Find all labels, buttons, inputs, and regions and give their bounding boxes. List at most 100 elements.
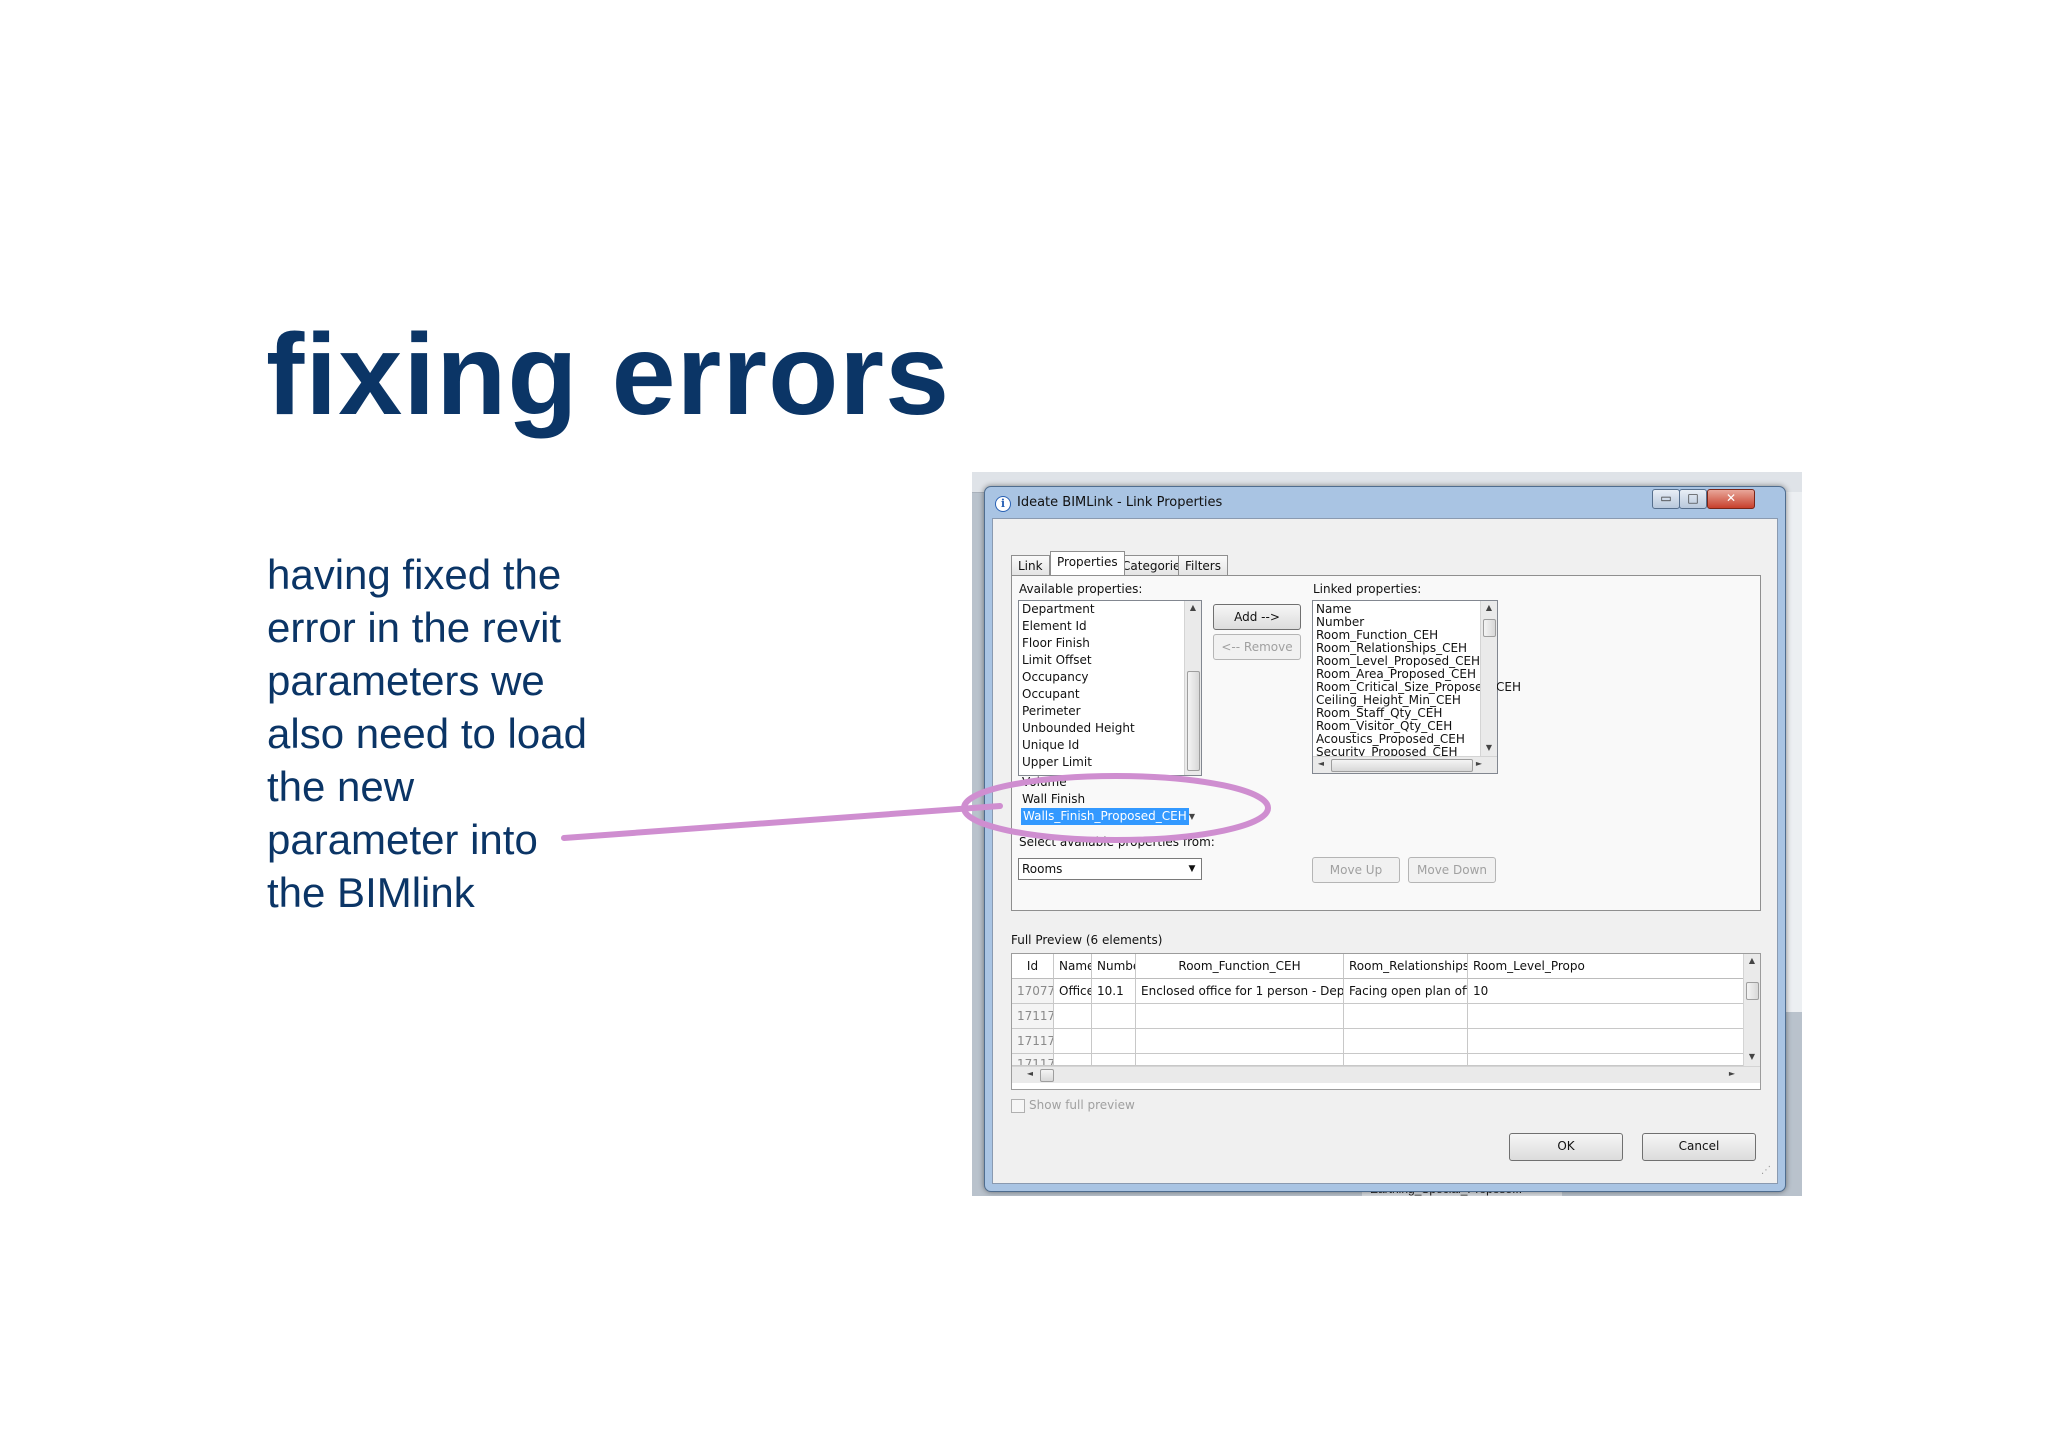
column-header[interactable]: Room_Relationships_CEH <box>1344 954 1468 979</box>
list-item[interactable]: Limit Offset <box>1022 652 1092 669</box>
scroll-down-icon[interactable]: ▼ <box>1481 743 1497 752</box>
scroll-thumb[interactable] <box>1483 619 1496 637</box>
scroll-up-icon[interactable]: ▲ <box>1481 603 1497 612</box>
properties-panel: Available properties: Department Element… <box>1011 575 1761 911</box>
table-cell[interactable] <box>1136 1029 1344 1054</box>
list-item[interactable]: Upper Limit <box>1022 754 1092 771</box>
show-full-preview-checkbox[interactable] <box>1011 1099 1025 1113</box>
tab-properties[interactable]: Properties <box>1050 551 1125 575</box>
list-item[interactable]: Wall Finish <box>1022 791 1085 808</box>
tab-filters[interactable]: Filters <box>1178 555 1228 575</box>
list-item[interactable]: Occupant <box>1022 686 1080 703</box>
minimize-button[interactable]: ▭ <box>1652 489 1680 509</box>
resize-grip-icon[interactable]: ⋰ <box>1761 1165 1771 1176</box>
grid-hscrollbar[interactable]: ◄ ► <box>1012 1066 1760 1083</box>
body-line: having fixed the <box>267 551 562 598</box>
list-item[interactable]: Volume <box>1022 774 1067 791</box>
table-cell[interactable] <box>1344 1054 1468 1066</box>
linked-properties-list[interactable]: Name Number Room_Function_CEH Room_Relat… <box>1312 600 1521 774</box>
list-item[interactable]: Department <box>1022 601 1095 618</box>
list-item[interactable]: Unbounded Height <box>1022 720 1135 737</box>
scroll-thumb[interactable] <box>1331 759 1473 772</box>
table-cell[interactable]: Facing open plan office <box>1344 979 1468 1004</box>
maximize-button[interactable]: □ <box>1679 489 1707 509</box>
dialog-title: Ideate BIMLink - Link Properties <box>1017 495 1223 510</box>
column-header[interactable]: Id <box>1012 954 1054 979</box>
table-cell[interactable]: 171175 <box>1012 1029 1054 1054</box>
body-line: error in the revit <box>267 604 562 651</box>
list-item[interactable]: Element Id <box>1022 618 1087 635</box>
table-cell[interactable] <box>1468 1004 1744 1029</box>
table-cell[interactable]: Enclosed office for 1 person - Deputy CE… <box>1136 979 1344 1004</box>
table-cell[interactable]: 10 <box>1468 979 1744 1004</box>
available-properties-label: Available properties: <box>1019 582 1143 596</box>
table-cell[interactable] <box>1092 1054 1136 1066</box>
table-cell[interactable] <box>1054 1004 1092 1029</box>
body-line: also need to load <box>267 710 587 757</box>
linked-list-hscrollbar[interactable]: ◄ ► <box>1313 756 1497 773</box>
scroll-thumb[interactable] <box>1746 982 1759 1000</box>
remove-button[interactable]: <-- Remove <box>1213 634 1301 660</box>
table-cell[interactable] <box>1136 1004 1344 1029</box>
table-cell[interactable] <box>1092 1004 1136 1029</box>
body-line: the new <box>267 763 415 810</box>
ok-button[interactable]: OK <box>1509 1133 1623 1161</box>
available-list-scrollbar[interactable]: ▲ <box>1184 601 1201 775</box>
scroll-thumb[interactable] <box>1187 671 1200 771</box>
slide-body-text: having fixed the error in the revit para… <box>267 548 667 919</box>
table-cell[interactable] <box>1092 1029 1136 1054</box>
dialog-client-area: Link Properties Categories Filters Avail… <box>992 518 1778 1184</box>
list-item[interactable]: Unique Id <box>1022 737 1079 754</box>
bimlink-screenshot: Earthing_Special_Propose... i Ideate BIM… <box>972 472 1802 1196</box>
table-cell[interactable] <box>1468 1054 1744 1066</box>
table-cell[interactable] <box>1054 1054 1092 1066</box>
scroll-left-icon[interactable]: ◄ <box>1022 1069 1038 1078</box>
chevron-down-icon: ▼ <box>1188 864 1196 874</box>
cancel-button[interactable]: Cancel <box>1642 1133 1756 1161</box>
table-cell[interactable] <box>1136 1054 1344 1066</box>
scroll-down-icon[interactable]: ▼ <box>1744 1052 1760 1061</box>
table-cell[interactable]: 170779 <box>1012 979 1054 1004</box>
column-header[interactable]: Number <box>1092 954 1136 979</box>
column-header[interactable]: Room_Function_CEH <box>1136 954 1344 979</box>
scroll-right-icon[interactable]: ► <box>1724 1069 1740 1078</box>
link-properties-dialog: i Ideate BIMLink - Link Properties ▭ □ ✕… <box>984 486 1786 1192</box>
tab-link[interactable]: Link <box>1011 555 1050 575</box>
column-header[interactable]: Name <box>1054 954 1092 979</box>
select-from-dropdown[interactable]: Rooms ▼ <box>1018 858 1202 880</box>
linked-list-scrollbar[interactable]: ▲ ▼ <box>1480 601 1497 757</box>
dropdown-arrow-icon[interactable]: ▼ <box>1184 812 1200 821</box>
scroll-up-icon[interactable]: ▲ <box>1185 603 1201 612</box>
show-full-preview-label: Show full preview <box>1029 1098 1135 1112</box>
preview-grid[interactable]: Id Name Number Room_Function_CEH Room_Re… <box>1011 953 1761 1090</box>
table-cell[interactable]: 10.1 <box>1092 979 1136 1004</box>
table-cell[interactable] <box>1468 1029 1744 1054</box>
list-item[interactable]: Perimeter <box>1022 703 1081 720</box>
grid-vscrollbar[interactable]: ▲ ▼ <box>1743 954 1760 1066</box>
body-line: the BIMlink <box>267 869 475 916</box>
available-properties-list[interactable]: Department Element Id Floor Finish Limit… <box>1018 600 1202 776</box>
table-cell[interactable] <box>1344 1004 1468 1029</box>
select-from-label: Select available properties from: <box>1019 835 1215 849</box>
add-button[interactable]: Add --> <box>1213 604 1301 630</box>
close-button[interactable]: ✕ <box>1707 489 1755 509</box>
scroll-right-icon[interactable]: ► <box>1471 759 1487 768</box>
move-down-button[interactable]: Move Down <box>1408 857 1496 883</box>
column-header[interactable]: Room_Level_Propo <box>1468 954 1744 979</box>
scroll-thumb[interactable] <box>1040 1069 1054 1082</box>
select-from-value: Rooms <box>1022 862 1063 876</box>
dialog-titlebar[interactable]: i Ideate BIMLink - Link Properties ▭ □ ✕ <box>985 487 1785 517</box>
table-cell[interactable] <box>1344 1029 1468 1054</box>
table-cell[interactable]: 171174 <box>1012 1004 1054 1029</box>
body-line: parameters we <box>267 657 545 704</box>
scroll-left-icon[interactable]: ◄ <box>1313 759 1329 768</box>
scroll-up-icon[interactable]: ▲ <box>1744 956 1760 965</box>
selected-property-item[interactable]: Walls_Finish_Proposed_CEH <box>1021 808 1189 825</box>
list-item[interactable]: Floor Finish <box>1022 635 1090 652</box>
body-line: parameter into <box>267 816 538 863</box>
table-cell[interactable]: Office <box>1054 979 1092 1004</box>
table-cell[interactable]: 171176 <box>1012 1054 1054 1066</box>
move-up-button[interactable]: Move Up <box>1312 857 1400 883</box>
list-item[interactable]: Occupancy <box>1022 669 1089 686</box>
table-cell[interactable] <box>1054 1029 1092 1054</box>
